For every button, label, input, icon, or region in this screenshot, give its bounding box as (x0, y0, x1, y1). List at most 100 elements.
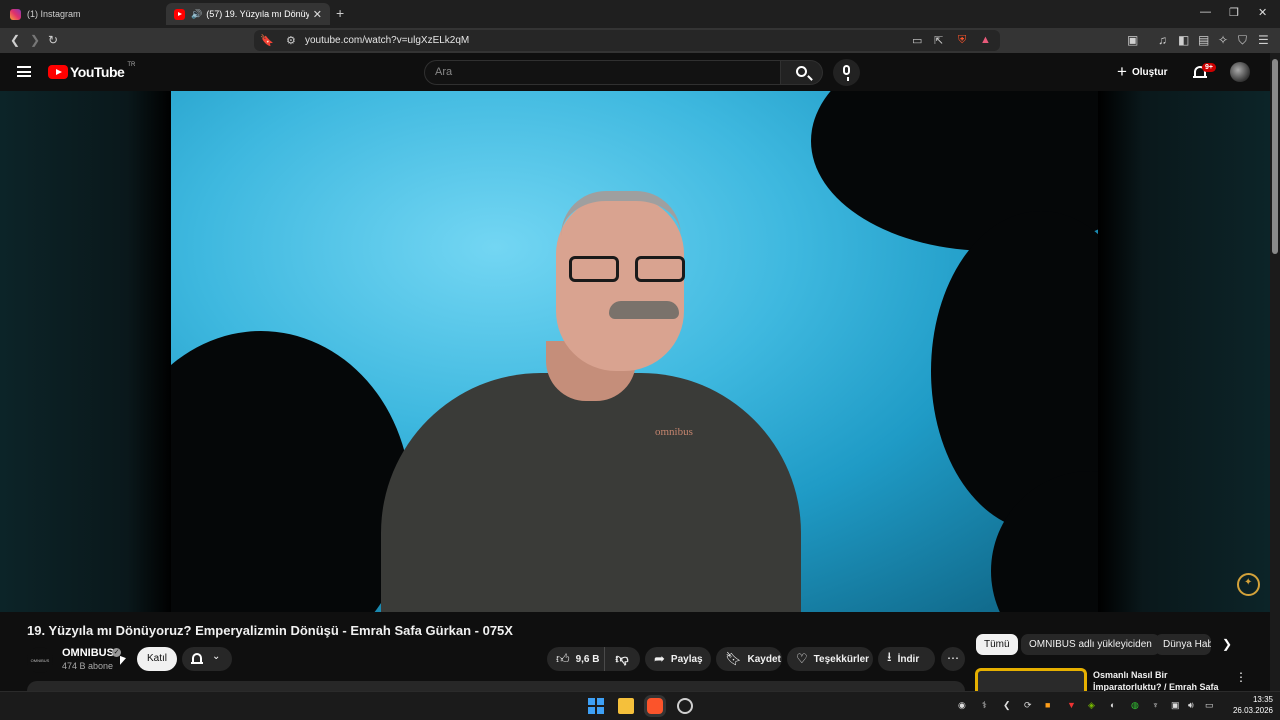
forward-icon[interactable]: ❯ (30, 33, 40, 47)
super-thanks-icon: ♡ (796, 651, 808, 666)
create-button[interactable]: + Oluştur (1117, 62, 1168, 82)
dislike-button[interactable]: 👎︎ (605, 651, 639, 667)
youtube-logo[interactable]: YouTube TR (48, 62, 136, 80)
lens (569, 256, 619, 282)
tray-app-icon[interactable]: ❮ (1003, 700, 1011, 711)
network-icon[interactable]: ▣ (1171, 700, 1180, 711)
hamburger-menu-icon[interactable] (17, 66, 31, 77)
chatgpt-icon[interactable] (677, 698, 693, 714)
thanks-label: Teşekkürler (813, 653, 870, 665)
share-icon: ➦ (654, 651, 665, 666)
close-window-icon[interactable]: ✕ (1258, 6, 1267, 19)
media-icon[interactable]: ♫ (1158, 33, 1167, 47)
logo-text: YouTube (70, 64, 125, 80)
save-button[interactable]: 🔖︎ Kaydet (716, 647, 782, 671)
nvidia-icon[interactable]: ◈ (1088, 700, 1095, 711)
reader-icon[interactable]: ▣ (1127, 33, 1138, 47)
chevron-right-icon[interactable]: ❯ (1222, 637, 1232, 651)
avatar[interactable] (1230, 62, 1250, 82)
thanks-button[interactable]: ♡ Teşekkürler (787, 647, 873, 671)
page-scrollbar[interactable] (1270, 53, 1280, 691)
site-info-icon[interactable]: ⚙ (286, 34, 296, 47)
cast-icon[interactable]: ▭ (912, 34, 922, 47)
reload-icon[interactable]: ↻ (48, 33, 58, 47)
search-icon (796, 66, 807, 77)
download-label: İndir (897, 653, 920, 665)
join-button[interactable]: Katıl (137, 647, 177, 671)
brave-rewards-icon[interactable]: ▲ (980, 34, 991, 46)
share-page-icon[interactable]: ⇱ (934, 34, 943, 47)
browser-tab-strip: (1) Instagram 🔊 (57) 19. Yüzyıla mı Dönü… (0, 0, 1280, 28)
chip-world-news[interactable]: Dünya Hab (1155, 634, 1211, 655)
description-box[interactable] (27, 681, 965, 691)
share-button[interactable]: ➦ Paylaş (645, 647, 711, 671)
person-hair (561, 191, 681, 236)
voice-search-button[interactable] (833, 59, 860, 86)
youtube-header: YouTube TR + Oluştur 9+ (0, 53, 1270, 91)
wallet-icon[interactable]: ▤ (1198, 33, 1209, 47)
leo-ai-icon[interactable]: ✧ (1218, 33, 1228, 47)
subscription-notification-button[interactable]: ⌄ (182, 647, 232, 671)
sidebar-icon[interactable]: ◧ (1178, 33, 1189, 47)
tray-app-icon[interactable]: ⟳ (1024, 700, 1032, 711)
speaker-icon[interactable]: 🔊 (191, 9, 202, 20)
tray-app-icon[interactable]: ◉ (958, 700, 966, 711)
file-explorer-icon[interactable] (618, 698, 634, 714)
like-dislike-group: 👍︎ 9,6 B 👎︎ (547, 647, 640, 671)
tray-app-icon[interactable]: ▼ (1067, 700, 1076, 710)
youtube-icon (174, 8, 185, 20)
save-label: Kaydet (747, 653, 781, 665)
system-clock[interactable]: 13:35 26.03.2026 (1229, 694, 1273, 716)
scrollbar-thumb[interactable] (1272, 59, 1278, 254)
tab-instagram[interactable]: (1) Instagram (2, 3, 162, 25)
tab-title: (57) 19. Yüzyıla mı Dönüyoruz (206, 9, 309, 19)
vpn-icon[interactable]: ⛉ (1238, 33, 1247, 47)
thumbs-down-icon: 👎︎ (615, 651, 629, 666)
tray-app-icon[interactable]: ⚕ (982, 700, 987, 711)
like-count: 9,6 B (575, 653, 600, 665)
brave-browser-icon[interactable] (647, 698, 663, 714)
new-tab-icon[interactable]: + (336, 5, 344, 21)
ink-splash (171, 331, 411, 612)
video-frame[interactable]: omnibus (171, 91, 1098, 612)
brave-shields-icon[interactable]: ⛨ (958, 34, 966, 47)
channel-name[interactable]: OMNIBUS (62, 647, 114, 659)
microphone-icon (843, 65, 850, 81)
back-icon[interactable]: ❮ (10, 33, 20, 47)
chip-all[interactable]: Tümü (976, 634, 1018, 655)
channel-logo[interactable]: OMNIBUS (27, 647, 53, 673)
minimize-icon[interactable]: — (1200, 6, 1211, 18)
browser-menu-icon[interactable]: ☰ (1258, 33, 1269, 47)
country-code: TR (127, 62, 136, 68)
close-tab-icon[interactable]: ✕ (313, 8, 322, 21)
search-button[interactable] (781, 60, 823, 85)
search-box (424, 60, 781, 85)
clock-date: 26.03.2026 (1232, 706, 1273, 715)
chevron-down-icon: ⌄ (212, 651, 221, 662)
like-button[interactable]: 👍︎ 9,6 B (547, 647, 605, 671)
download-button[interactable]: ⭳ İndir (878, 647, 935, 671)
recommendation-title[interactable]: Osmanlı Nasıl Bir İmparatorluktu? / Emra… (1093, 669, 1221, 691)
tray-app-icon[interactable]: ◐ (1110, 700, 1115, 710)
restore-icon[interactable]: ❐ (1229, 6, 1239, 19)
video-player[interactable]: omnibus (0, 91, 1270, 612)
chip-from-uploader[interactable]: OMNIBUS adlı yükleyiciden (1021, 634, 1160, 655)
thumbs-up-icon: 👍︎ (556, 651, 570, 666)
windows-start-icon[interactable] (588, 698, 604, 714)
lens (635, 256, 685, 282)
more-vertical-icon[interactable]: ⋮ (1235, 670, 1247, 684)
tray-app-icon[interactable]: ■ (1045, 700, 1050, 710)
notification-badge: 9+ (1202, 63, 1216, 72)
bookmark-icon[interactable]: 🔖 (260, 34, 274, 47)
browser-toolbar: ❮ ❯ ↻ 🔖 ⚙ youtube.com/watch?v=ulgXzELk2q… (0, 28, 1280, 53)
volume-icon[interactable]: 🔊︎ (1188, 700, 1194, 711)
battery-icon[interactable]: ▭ (1205, 700, 1214, 711)
tab-youtube[interactable]: 🔊 (57) 19. Yüzyıla mı Dönüyoruz ✕ (166, 3, 330, 25)
address-bar[interactable]: 🔖 ⚙ youtube.com/watch?v=ulgXzELk2qM ▭ ⇱ … (254, 30, 1000, 51)
search-input[interactable] (435, 66, 765, 78)
extension-overlay-icon[interactable] (1237, 573, 1260, 596)
microphone-icon[interactable]: ♆ (1152, 700, 1159, 710)
person-glasses (569, 256, 689, 282)
tray-app-icon[interactable]: ◍ (1131, 700, 1139, 711)
more-actions-button[interactable]: ⋯ (941, 647, 965, 671)
